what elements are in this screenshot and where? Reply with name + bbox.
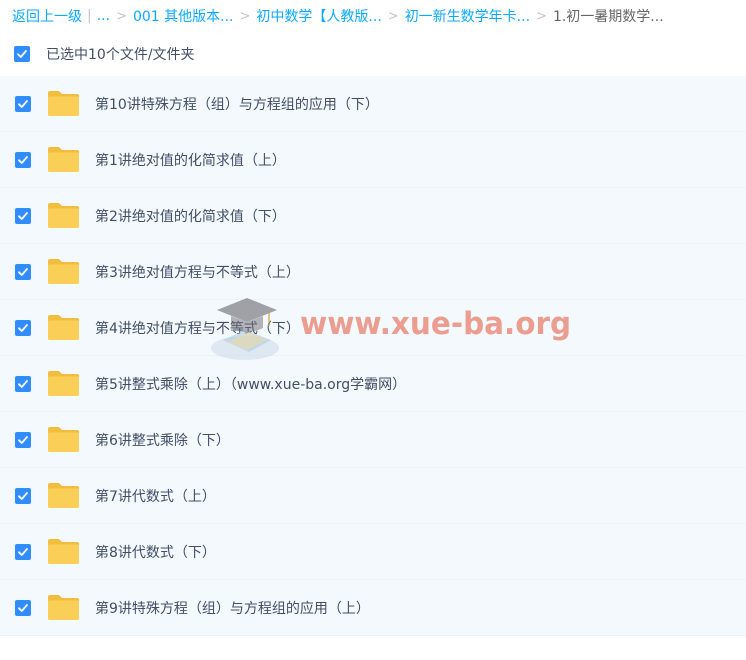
file-name[interactable]: 第3讲绝对值方程与不等式（上） bbox=[95, 262, 300, 282]
folder-icon bbox=[48, 91, 79, 116]
folder-icon bbox=[48, 427, 79, 452]
file-name[interactable]: 第9讲特殊方程（组）与方程组的应用（上） bbox=[95, 598, 370, 618]
chevron-right-icon: > bbox=[116, 8, 127, 24]
row-checkbox[interactable] bbox=[15, 599, 31, 616]
checkmark-icon bbox=[18, 435, 28, 444]
breadcrumb-item[interactable]: 001 其他版本... bbox=[133, 6, 234, 26]
file-row[interactable]: 第6讲整式乘除（下） bbox=[0, 412, 746, 468]
file-row[interactable]: 第4讲绝对值方程与不等式（下） bbox=[0, 300, 746, 356]
row-checkbox[interactable] bbox=[15, 263, 31, 280]
checkmark-icon bbox=[18, 155, 28, 164]
folder-icon bbox=[48, 147, 79, 172]
file-name[interactable]: 第10讲特殊方程（组）与方程组的应用（下） bbox=[95, 94, 379, 114]
checkmark-icon bbox=[17, 50, 27, 58]
select-all-bar: 已选中10个文件/文件夹 bbox=[0, 32, 746, 76]
breadcrumb-item[interactable]: 初一新生数学年卡... bbox=[405, 6, 530, 26]
file-name[interactable]: 第1讲绝对值的化简求值（上） bbox=[95, 150, 286, 170]
file-name[interactable]: 第4讲绝对值方程与不等式（下） bbox=[95, 318, 300, 338]
file-name[interactable]: 第8讲代数式（下） bbox=[95, 542, 216, 562]
file-row[interactable]: 第7讲代数式（上） bbox=[0, 468, 746, 524]
checkmark-icon bbox=[18, 379, 28, 388]
breadcrumb-divider: | bbox=[87, 8, 92, 24]
file-name[interactable]: 第6讲整式乘除（下） bbox=[95, 430, 230, 450]
row-checkbox[interactable] bbox=[15, 319, 31, 336]
row-checkbox[interactable] bbox=[15, 375, 31, 392]
folder-icon bbox=[48, 595, 79, 620]
folder-icon bbox=[48, 539, 79, 564]
file-row[interactable]: 第5讲整式乘除（上）（www.xue-ba.org学霸网） bbox=[0, 356, 746, 412]
checkmark-icon bbox=[18, 323, 28, 332]
row-checkbox[interactable] bbox=[15, 543, 31, 560]
file-row[interactable]: 第3讲绝对值方程与不等式（上） bbox=[0, 244, 746, 300]
file-row[interactable]: 第10讲特殊方程（组）与方程组的应用（下） bbox=[0, 76, 746, 132]
file-row[interactable]: 第1讲绝对值的化简求值（上） bbox=[0, 132, 746, 188]
row-checkbox[interactable] bbox=[15, 151, 31, 168]
row-checkbox[interactable] bbox=[15, 95, 31, 112]
breadcrumb-current: 1.初一暑期数学... bbox=[552, 9, 664, 25]
breadcrumb-item[interactable]: 初中数学【人教版... bbox=[256, 6, 381, 26]
checkmark-icon bbox=[18, 99, 28, 108]
file-row[interactable]: 第2讲绝对值的化简求值（下） bbox=[0, 188, 746, 244]
checkmark-icon bbox=[18, 267, 28, 276]
selection-count-label: 已选中10个文件/文件夹 bbox=[46, 47, 195, 63]
select-all-checkbox[interactable] bbox=[14, 46, 30, 62]
folder-icon bbox=[48, 483, 79, 508]
file-name[interactable]: 第2讲绝对值的化简求值（下） bbox=[95, 206, 286, 226]
breadcrumb: 返回上一级 | ... > 001 其他版本... > 初中数学【人教版... … bbox=[0, 0, 746, 32]
checkmark-icon bbox=[18, 603, 28, 612]
file-row[interactable]: 第9讲特殊方程（组）与方程组的应用（上） bbox=[0, 580, 746, 636]
file-name[interactable]: 第5讲整式乘除（上）（www.xue-ba.org学霸网） bbox=[95, 374, 406, 394]
checkmark-icon bbox=[18, 547, 28, 556]
row-checkbox[interactable] bbox=[15, 207, 31, 224]
chevron-right-icon: > bbox=[536, 8, 547, 24]
folder-icon bbox=[48, 371, 79, 396]
back-link[interactable]: 返回上一级 bbox=[12, 6, 82, 26]
checkmark-icon bbox=[18, 211, 28, 220]
row-checkbox[interactable] bbox=[15, 431, 31, 448]
file-name[interactable]: 第7讲代数式（上） bbox=[95, 486, 216, 506]
breadcrumb-ellipsis[interactable]: ... bbox=[97, 8, 110, 24]
file-row[interactable]: 第8讲代数式（下） bbox=[0, 524, 746, 580]
folder-icon bbox=[48, 203, 79, 228]
checkmark-icon bbox=[18, 491, 28, 500]
folder-icon bbox=[48, 259, 79, 284]
file-list: 第10讲特殊方程（组）与方程组的应用（下） 第1讲绝对值的化简求值（上） 第2讲绝对… bbox=[0, 76, 746, 636]
chevron-right-icon: > bbox=[387, 8, 399, 24]
chevron-right-icon: > bbox=[239, 8, 251, 24]
row-checkbox[interactable] bbox=[15, 487, 31, 504]
folder-icon bbox=[48, 315, 79, 340]
